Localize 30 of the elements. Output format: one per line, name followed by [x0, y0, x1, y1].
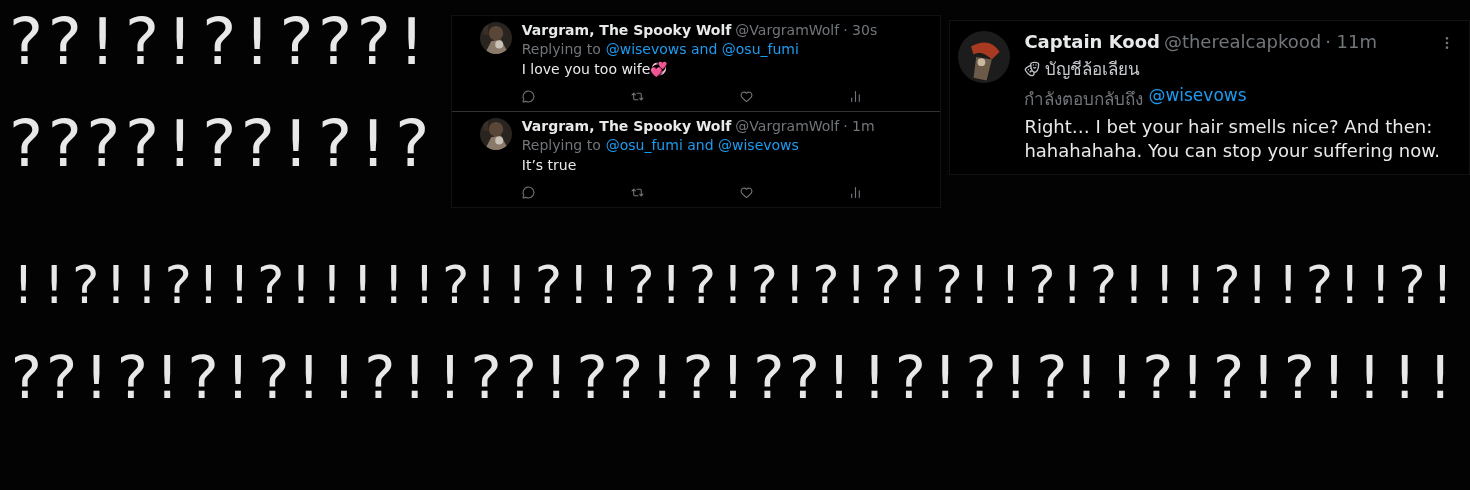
punctuation-text: ??!?!?!???!	[6, 10, 432, 75]
tweet-text: Right… I bet your hair smells nice? And then: hahahahaha. You can stop your suffering now.	[1024, 115, 1442, 164]
tweet-text: I love you too wife💞	[521, 60, 669, 79]
reply-label: Replying to	[521, 41, 601, 57]
author-handle: @VargramWolf	[735, 117, 840, 134]
parody-label: บัญชีล้อเลียน	[1045, 58, 1141, 81]
punctuation-text: ??!?!?!?!!?!!??!??!?!??!!?!?!?!!?!?!?!!!!	[8, 349, 1459, 408]
like-icon[interactable]	[739, 185, 753, 199]
author-name: Captain Kood	[1024, 31, 1160, 52]
timestamp: · 1m	[843, 117, 875, 134]
tweet-text: It’s true	[521, 155, 578, 175]
timestamp: · 30s	[843, 22, 878, 38]
punctuation-text: !!?!!?!!?!!!!!?!!?!!?!?!?!?!?!?!!?!?!!!?!!?!!?!	[8, 260, 1459, 312]
punctuation-text: ????!??!?!?	[6, 112, 432, 177]
author-name: Vargram, The Spooky Wolf	[521, 22, 732, 38]
mask-icon	[1024, 60, 1041, 77]
reply-icon[interactable]	[521, 89, 535, 103]
author-handle: @VargramWolf	[735, 22, 840, 38]
like-icon[interactable]	[739, 89, 753, 103]
author-name: Vargram, The Spooky Wolf	[521, 117, 732, 134]
reply-label: กำลังตอบกลับถึง	[1024, 88, 1144, 111]
views-icon[interactable]	[848, 89, 862, 103]
reply-icon[interactable]	[521, 185, 535, 199]
reply-label: Replying to	[521, 136, 601, 153]
author-handle: @therealcapkood	[1163, 31, 1322, 52]
views-icon[interactable]	[848, 185, 862, 199]
mention-link[interactable]: @wisevows and @osu_fumi	[605, 41, 799, 57]
mention-link[interactable]: @osu_fumi and @wisevows	[605, 136, 799, 153]
mention-link[interactable]: @wisevows	[1148, 85, 1247, 112]
timestamp: · 11m	[1325, 31, 1378, 52]
